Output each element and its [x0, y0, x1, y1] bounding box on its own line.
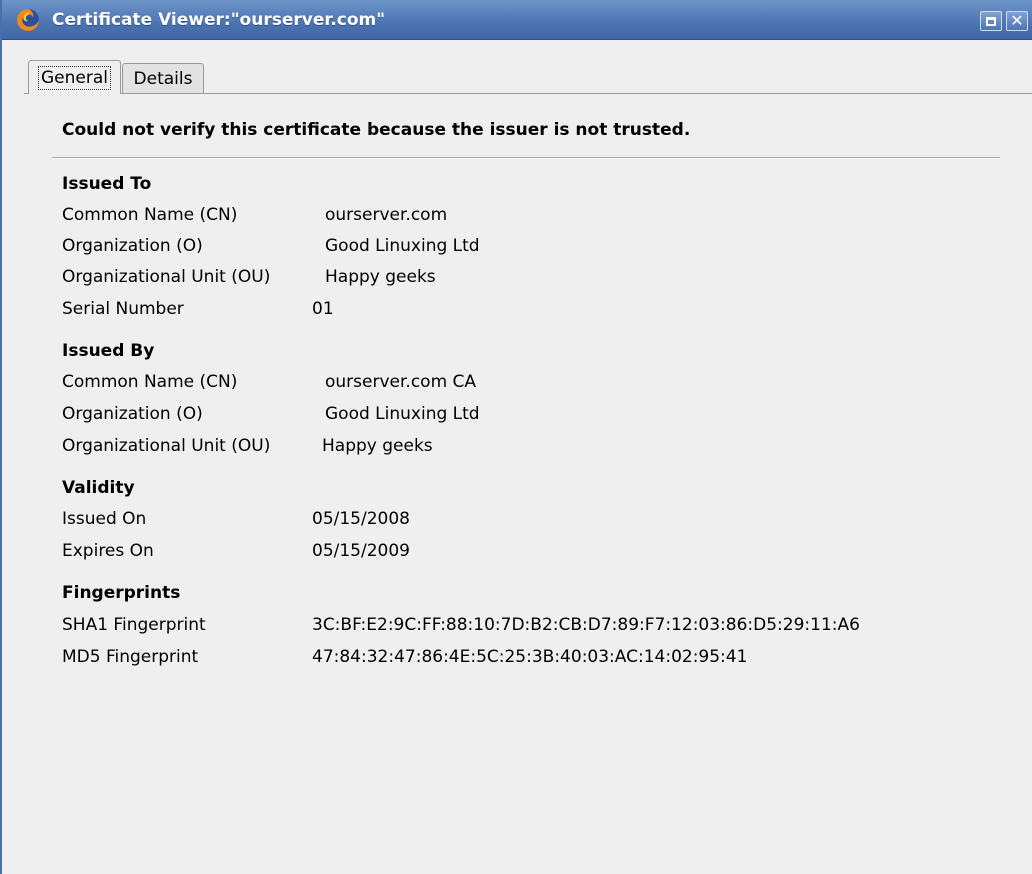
- trust-warning-message: Could not verify this certificate becaus…: [62, 120, 691, 140]
- field-label: Organizational Unit (OU): [62, 436, 271, 456]
- field-label: Common Name (CN): [62, 372, 238, 392]
- close-button[interactable]: ✕: [1006, 11, 1028, 31]
- field-value: ourserver.com: [325, 205, 448, 225]
- field-row: MD5 Fingerprint 47:84:32:47:86:4E:5C:25:…: [62, 647, 1022, 671]
- field-value: 3C:BF:E2:9C:FF:88:10:7D:B2:CB:D7:89:F7:1…: [312, 615, 860, 635]
- tab-details-label: Details: [133, 68, 193, 89]
- field-label: Organization (O): [62, 404, 203, 424]
- field-row: Issued On 05/15/2008: [62, 509, 1022, 533]
- field-value: 01: [312, 299, 334, 319]
- field-row: Common Name (CN) ourserver.com CA: [62, 372, 1022, 396]
- title-bar[interactable]: Certificate Viewer:"ourserver.com" ✕: [2, 0, 1032, 40]
- field-row: Organizational Unit (OU) Happy geeks: [62, 267, 1022, 291]
- field-value: 47:84:32:47:86:4E:5C:25:3B:40:03:AC:14:0…: [312, 647, 748, 667]
- section-title-fingerprints: Fingerprints: [62, 583, 181, 603]
- tab-general-label: General: [38, 65, 111, 90]
- field-label: Common Name (CN): [62, 205, 238, 225]
- field-row: Organizational Unit (OU) Happy geeks: [62, 436, 1022, 460]
- field-label: Organization (O): [62, 236, 203, 256]
- field-row: Expires On 05/15/2009: [62, 541, 1022, 565]
- field-label: MD5 Fingerprint: [62, 647, 199, 667]
- field-row: Organization (O) Good Linuxing Ltd: [62, 236, 1022, 260]
- tab-general[interactable]: General: [28, 60, 121, 94]
- field-value: Happy geeks: [325, 267, 436, 287]
- maximize-button[interactable]: [980, 11, 1002, 31]
- section-title-issued-by: Issued By: [62, 341, 155, 361]
- tab-panel-border: [24, 93, 1032, 94]
- close-icon: ✕: [1010, 11, 1024, 30]
- field-row: Serial Number 01: [62, 299, 1022, 323]
- separator: [52, 157, 1000, 159]
- field-value: Happy geeks: [322, 436, 433, 456]
- field-row: SHA1 Fingerprint 3C:BF:E2:9C:FF:88:10:7D…: [62, 615, 1022, 639]
- firefox-icon: [17, 8, 39, 31]
- window-title: Certificate Viewer:"ourserver.com": [52, 9, 386, 30]
- maximize-icon: [986, 16, 996, 26]
- field-value: Good Linuxing Ltd: [325, 236, 480, 256]
- certificate-viewer-window: Certificate Viewer:"ourserver.com" ✕ Gen…: [0, 0, 1032, 874]
- field-value: Good Linuxing Ltd: [325, 404, 480, 424]
- section-title-validity: Validity: [62, 478, 135, 498]
- field-value: ourserver.com CA: [325, 372, 477, 392]
- field-label: Serial Number: [62, 299, 184, 319]
- field-row: Organization (O) Good Linuxing Ltd: [62, 404, 1022, 428]
- field-value: 05/15/2009: [312, 541, 410, 561]
- section-title-issued-to: Issued To: [62, 174, 152, 194]
- field-label: Issued On: [62, 509, 147, 529]
- field-label: SHA1 Fingerprint: [62, 615, 206, 635]
- tab-details[interactable]: Details: [122, 63, 204, 93]
- field-label: Expires On: [62, 541, 154, 561]
- field-value: 05/15/2008: [312, 509, 410, 529]
- field-label: Organizational Unit (OU): [62, 267, 271, 287]
- field-row: Common Name (CN) ourserver.com: [62, 205, 1022, 229]
